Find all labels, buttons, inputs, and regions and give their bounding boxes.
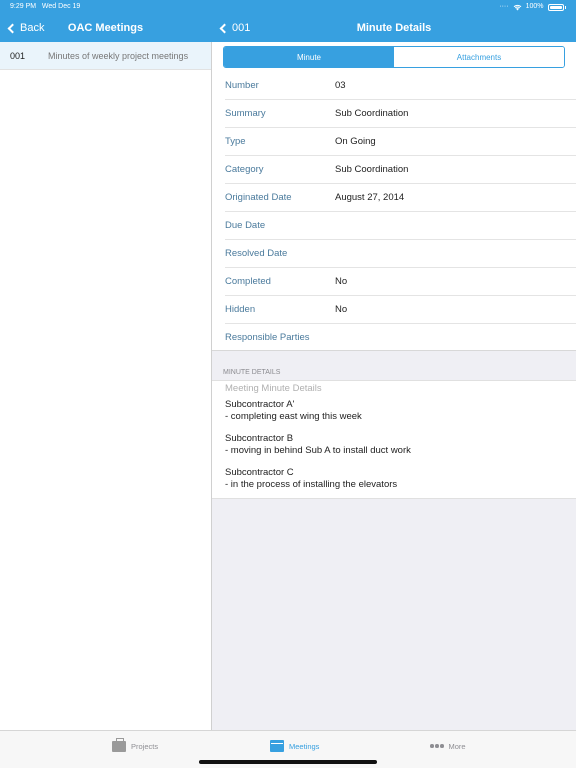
tab-meetings[interactable]: Meetings <box>270 731 319 761</box>
field-label: Number <box>225 80 259 91</box>
meetings-icon <box>270 740 284 752</box>
field-label: Completed <box>225 276 271 287</box>
back-label: 001 <box>232 22 251 34</box>
field-label: Due Date <box>225 220 266 231</box>
field-row-number[interactable]: Number 03 <box>225 72 576 100</box>
home-indicator[interactable] <box>199 760 377 764</box>
note-heading: Subcontractor B <box>225 433 294 444</box>
chevron-left-icon <box>219 23 230 33</box>
segment-minute[interactable]: Minute <box>224 47 394 67</box>
field-row-type[interactable]: Type On Going <box>225 128 576 156</box>
note-item: Subcontractor C - in the process of inst… <box>225 467 563 490</box>
note-heading: Subcontractor A' <box>225 399 295 410</box>
right-nav-title: Minute Details <box>356 22 432 34</box>
tab-projects[interactable]: Projects <box>112 731 158 761</box>
field-label: Originated Date <box>225 192 292 203</box>
field-row-category[interactable]: Category Sub Coordination <box>225 156 576 184</box>
field-label: Resolved Date <box>225 248 288 259</box>
tab-more[interactable]: More <box>430 731 466 761</box>
section-header: MINUTE DETAILS <box>212 350 576 380</box>
note-item: Subcontractor A' - completing east wing … <box>225 399 563 422</box>
navigation-header: 9:29 PM Wed Dec 19 ···· 100% Back OAC Me… <box>0 0 576 42</box>
status-date: Wed Dec 19 <box>41 3 81 10</box>
field-label: Category <box>225 164 264 175</box>
note-detail: - completing east wing this week <box>225 410 362 422</box>
field-value: 03 <box>335 80 346 91</box>
battery-percent: 100% <box>525 3 544 10</box>
field-row-due-date[interactable]: Due Date <box>225 212 576 240</box>
status-time: 9:29 PM <box>10 3 37 10</box>
tab-label: Meetings <box>289 741 320 751</box>
signal-dots-icon: ···· <box>499 3 509 10</box>
field-row-resolved-date[interactable]: Resolved Date <box>225 240 576 268</box>
status-time-date: 9:29 PM Wed Dec 19 <box>10 0 80 14</box>
briefcase-icon <box>112 737 126 752</box>
field-label: Summary <box>225 108 266 119</box>
note-item: Subcontractor B - moving in behind Sub A… <box>225 433 563 456</box>
segment-attachments[interactable]: Attachments <box>394 47 564 67</box>
tab-label: More <box>448 741 466 751</box>
field-value: No <box>335 276 348 287</box>
minute-details-text[interactable]: Meeting Minute Details Subcontractor A' … <box>212 380 576 499</box>
field-row-completed[interactable]: Completed No <box>225 268 576 296</box>
meetings-list-pane: 001 Minutes of weekly project meetings <box>0 42 211 730</box>
chevron-left-icon <box>7 23 18 33</box>
field-row-responsible-parties[interactable]: Responsible Parties <box>225 324 576 350</box>
note-detail: - in the process of installing the eleva… <box>225 478 398 490</box>
field-value: No <box>335 304 348 315</box>
field-row-originated-date[interactable]: Originated Date August 27, 2014 <box>225 184 576 212</box>
wifi-icon <box>513 4 521 10</box>
list-item[interactable]: 001 Minutes of weekly project meetings <box>0 42 211 70</box>
notes-placeholder: Meeting Minute Details <box>225 383 322 394</box>
field-row-summary[interactable]: Summary Sub Coordination <box>225 100 576 128</box>
note-heading: Subcontractor C <box>225 467 294 478</box>
minute-details-pane: Minute Attachments Number 03 Summary Sub C… <box>212 42 576 730</box>
segment-bar: Minute Attachments <box>212 42 576 72</box>
left-navbar: Back OAC Meetings <box>0 14 211 42</box>
tab-label: Projects <box>131 741 159 751</box>
meeting-number: 001 <box>10 50 26 61</box>
field-label: Responsible Parties <box>225 331 310 343</box>
status-right: ···· 100% <box>499 0 566 14</box>
back-button[interactable]: Back <box>6 14 44 42</box>
field-label: Type <box>225 136 246 147</box>
battery-icon <box>547 3 564 11</box>
segmented-control: Minute Attachments <box>223 46 565 68</box>
more-dots-icon <box>430 744 444 748</box>
tab-bar: Projects Meetings More <box>0 730 576 768</box>
field-value: Sub Coordination <box>335 108 409 119</box>
field-label: Hidden <box>225 304 256 315</box>
field-value: August 27, 2014 <box>335 192 405 203</box>
minute-fields: Number 03 Summary Sub Coordination Type On … <box>212 72 576 350</box>
back-to-meeting-button[interactable]: 001 <box>218 14 250 42</box>
right-navbar: 001 Minute Details <box>212 14 576 42</box>
back-label: Back <box>20 22 45 34</box>
note-detail: - moving in behind Sub A to install duct… <box>225 444 411 456</box>
status-bar: 9:29 PM Wed Dec 19 ···· 100% <box>0 0 576 14</box>
battery-tip <box>564 5 566 9</box>
field-value: On Going <box>335 136 376 147</box>
field-row-hidden[interactable]: Hidden No <box>225 296 576 324</box>
meeting-title: Minutes of weekly project meetings <box>48 50 189 61</box>
field-value: Sub Coordination <box>335 164 409 175</box>
